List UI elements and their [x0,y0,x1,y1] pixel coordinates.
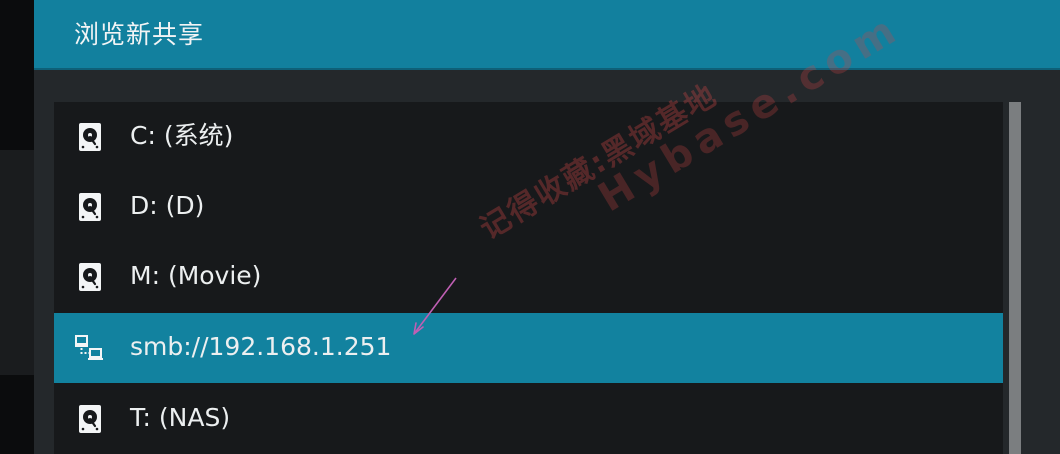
dialog-title: 浏览新共享 [74,20,205,49]
list-item-label: M: (Movie) [130,261,262,290]
browse-share-dialog: 浏览新共享 C: (系统) D: (D) M: (Movie) smb://19… [34,0,1060,454]
list-item-label: T: (NAS) [130,403,231,432]
list-item-d-drive[interactable]: D: (D) [54,172,1003,242]
source-list: C: (系统) D: (D) M: (Movie) smb://192.168.… [54,102,1003,454]
dialog-header: 浏览新共享 [34,0,1060,70]
hard-drive-icon [79,405,101,433]
hard-drive-icon [79,263,101,291]
list-item-m-drive[interactable]: M: (Movie) [54,242,1003,312]
list-item-label: C: (系统) [130,121,234,150]
hard-drive-icon [79,123,101,151]
list-item-label: D: (D) [130,191,205,220]
background-panel [0,150,34,375]
screen: 浏览新共享 C: (系统) D: (D) M: (Movie) smb://19… [0,0,1060,454]
scrollbar[interactable] [1009,102,1021,454]
scrollbar-thumb[interactable] [1009,102,1021,454]
list-item-smb-share[interactable]: smb://192.168.1.251 [54,313,1003,383]
network-icon [75,335,103,360]
list-item-c-drive[interactable]: C: (系统) [54,102,1003,172]
hard-drive-icon [79,193,101,221]
list-item-label: smb://192.168.1.251 [130,332,392,361]
list-item-t-drive[interactable]: T: (NAS) [54,384,1003,454]
